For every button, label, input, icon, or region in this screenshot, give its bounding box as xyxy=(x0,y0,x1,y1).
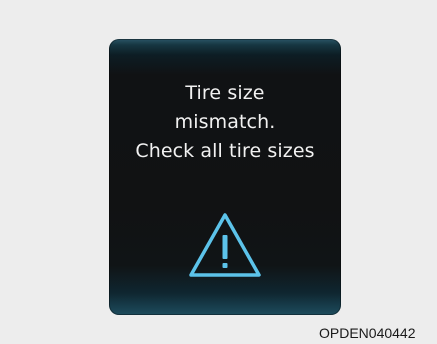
cluster-display: Tire size mismatch. Check all tire sizes xyxy=(109,39,341,315)
figure-code: OPDEN040442 xyxy=(319,325,416,341)
message-line-1: Tire size xyxy=(185,82,265,104)
warning-triangle-icon xyxy=(189,213,261,277)
message-line-3: Check all tire sizes xyxy=(135,140,315,162)
warning-message: Tire size mismatch. Check all tire sizes xyxy=(109,79,341,166)
message-line-2: mismatch. xyxy=(174,111,276,133)
